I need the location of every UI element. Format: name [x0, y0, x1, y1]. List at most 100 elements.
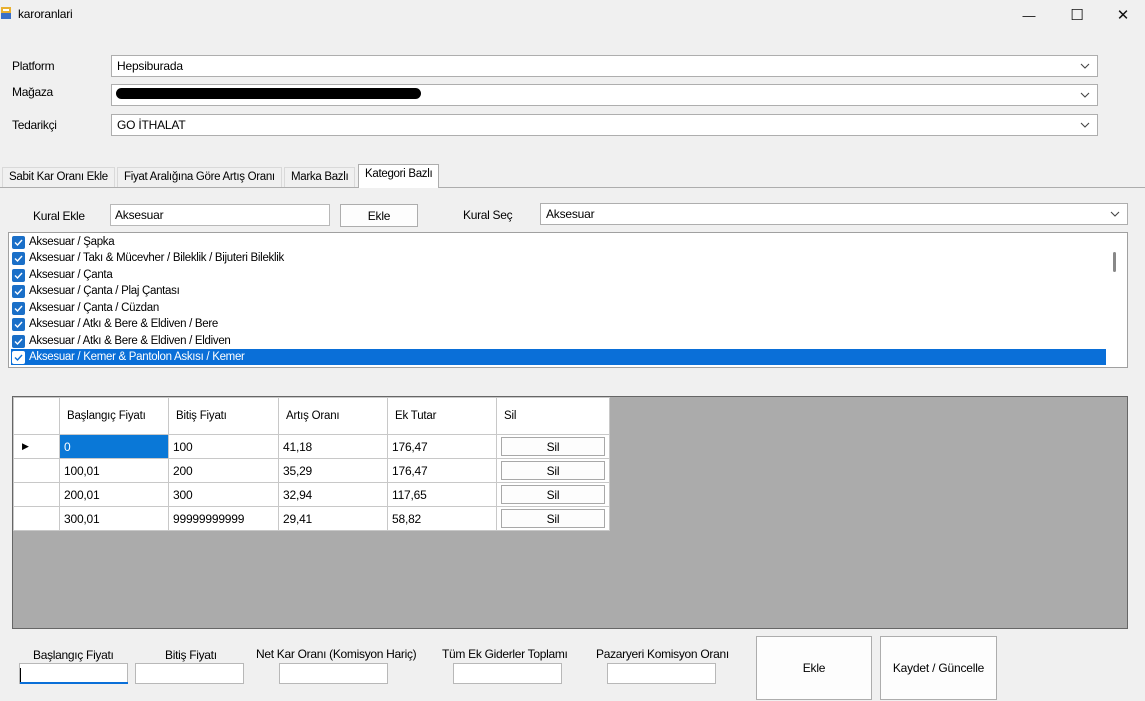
table-row[interactable]: ▶ 0 100 41,18 176,47 Sil [13, 434, 610, 459]
cell-delete: Sil [496, 506, 610, 531]
store-combo[interactable] [111, 84, 1098, 106]
add-range-button[interactable]: Ekle [756, 636, 872, 700]
cell-increase-rate[interactable]: 29,41 [278, 506, 388, 531]
cell-end-price[interactable]: 200 [168, 458, 279, 483]
cell-delete: Sil [496, 482, 610, 507]
app-icon [1, 7, 11, 19]
tab-price-range[interactable]: Fiyat Aralığına Göre Artış Oranı [117, 167, 282, 188]
chevron-down-icon [1080, 92, 1090, 98]
minimize-button[interactable]: — [1006, 0, 1052, 30]
cell-extra-amount[interactable]: 117,65 [387, 482, 497, 507]
cell-delete: Sil [496, 434, 610, 459]
extra-total-input[interactable] [453, 663, 562, 684]
checkbox-checked-icon[interactable] [12, 268, 25, 282]
start-price-input[interactable] [19, 663, 128, 684]
category-label: Aksesuar / Atkı & Bere & Eldiven / Bere [29, 318, 219, 330]
category-item[interactable]: Aksesuar / Atkı & Bere & Eldiven / Eldiv… [12, 333, 1107, 349]
cell-increase-rate[interactable]: 41,18 [278, 434, 388, 459]
column-header-start-price[interactable]: Başlangıç Fiyatı [59, 397, 169, 435]
checkbox-checked-icon[interactable] [12, 301, 25, 315]
supplier-combo[interactable]: GO İTHALAT [111, 114, 1098, 136]
chevron-down-icon [1080, 122, 1090, 128]
rule-select-combo[interactable]: Aksesuar [540, 203, 1128, 225]
cell-end-price[interactable]: 100 [168, 434, 279, 459]
table-row[interactable]: 200,01 300 32,94 117,65 Sil [13, 482, 610, 507]
cell-start-price[interactable]: 300,01 [59, 506, 169, 531]
chevron-down-icon [1110, 211, 1120, 217]
delete-row-button[interactable]: Sil [501, 509, 605, 528]
cell-increase-rate[interactable]: 32,94 [278, 482, 388, 507]
cell-extra-amount[interactable]: 176,47 [387, 458, 497, 483]
category-label: Aksesuar / Çanta / Plaj Çantası [29, 285, 180, 297]
row-header[interactable] [13, 458, 60, 483]
close-button[interactable]: ✕ [1100, 0, 1145, 30]
column-header-delete[interactable]: Sil [496, 397, 610, 435]
tab-brand[interactable]: Marka Bazlı [284, 167, 356, 188]
checkbox-checked-icon[interactable] [12, 317, 25, 331]
tab-category[interactable]: Kategori Bazlı [358, 164, 440, 188]
row-pointer-icon[interactable]: ▶ [13, 434, 60, 459]
window-title: karoranlari [18, 7, 73, 21]
net-profit-input[interactable] [279, 663, 388, 684]
cell-start-price[interactable]: 200,01 [59, 482, 169, 507]
rule-select-label: Kural Seç [463, 208, 513, 222]
column-header-end-price[interactable]: Bitiş Fiyatı [168, 397, 279, 435]
category-label: Aksesuar / Takı & Mücevher / Bileklik / … [29, 252, 284, 264]
platform-combo[interactable]: Hepsiburada [111, 55, 1098, 77]
rule-add-button[interactable]: Ekle [340, 204, 418, 227]
delete-row-button[interactable]: Sil [501, 485, 605, 504]
cell-end-price[interactable]: 300 [168, 482, 279, 507]
supplier-value: GO İTHALAT [117, 118, 186, 132]
rule-add-input[interactable] [110, 204, 330, 226]
category-label: Aksesuar / Çanta / Cüzdan [29, 302, 159, 314]
title-bar: karoranlari — ☐ ✕ [0, 0, 1145, 32]
grid-header-row: Başlangıç Fiyatı Bitiş Fiyatı Artış Oran… [13, 397, 610, 435]
table-row[interactable]: 300,01 99999999999 29,41 58,82 Sil [13, 506, 610, 531]
maximize-button[interactable]: ☐ [1054, 0, 1100, 30]
category-label: Aksesuar / Şapka [29, 236, 115, 248]
platform-value: Hepsiburada [117, 59, 183, 73]
delete-row-button[interactable]: Sil [501, 461, 605, 480]
end-price-input[interactable] [135, 663, 244, 684]
checkbox-checked-icon[interactable] [12, 284, 25, 298]
checkbox-checked-icon[interactable] [12, 350, 25, 364]
cell-end-price[interactable]: 99999999999 [168, 506, 279, 531]
row-header[interactable] [13, 506, 60, 531]
cell-extra-amount[interactable]: 176,47 [387, 434, 497, 459]
checkbox-checked-icon[interactable] [12, 251, 25, 265]
net-profit-label: Net Kar Oranı (Komisyon Hariç) [256, 647, 417, 661]
checkbox-checked-icon[interactable] [12, 235, 25, 249]
cell-delete: Sil [496, 458, 610, 483]
price-range-table: Başlangıç Fiyatı Bitiş Fiyatı Artış Oran… [13, 397, 610, 531]
column-header-increase-rate[interactable]: Artış Oranı [278, 397, 388, 435]
column-header-extra-amount[interactable]: Ek Tutar [387, 397, 497, 435]
category-item[interactable]: Aksesuar / Çanta / Plaj Çantası [12, 283, 1107, 299]
row-header-corner [13, 397, 60, 435]
checkbox-checked-icon[interactable] [12, 334, 25, 348]
category-item[interactable]: Aksesuar / Çanta [12, 267, 1107, 283]
delete-row-button[interactable]: Sil [501, 437, 605, 456]
close-icon: ✕ [1116, 7, 1130, 24]
save-update-button[interactable]: Kaydet / Güncelle [880, 636, 997, 700]
commission-label: Pazaryeri Komisyon Oranı [596, 647, 729, 661]
tab-fixed-profit[interactable]: Sabit Kar Oranı Ekle [2, 167, 115, 188]
category-item[interactable]: Aksesuar / Çanta / Cüzdan [12, 300, 1107, 316]
commission-input[interactable] [607, 663, 716, 684]
category-item[interactable]: Aksesuar / Takı & Mücevher / Bileklik / … [12, 250, 1107, 266]
extra-total-label: Tüm Ek Giderler Toplamı [442, 647, 568, 661]
cell-start-price[interactable]: 0 [59, 434, 169, 459]
cell-increase-rate[interactable]: 35,29 [278, 458, 388, 483]
store-label: Mağaza [12, 85, 53, 99]
category-item-selected[interactable]: Aksesuar / Kemer & Pantolon Askısı / Kem… [11, 349, 1106, 365]
table-row[interactable]: 100,01 200 35,29 176,47 Sil [13, 458, 610, 483]
row-header[interactable] [13, 482, 60, 507]
category-item[interactable]: Aksesuar / Şapka [12, 234, 1107, 250]
text-caret [20, 668, 21, 682]
checklist-scrollbar-thumb[interactable] [1113, 252, 1116, 272]
category-checklist[interactable]: Aksesuar / Şapka Aksesuar / Takı & Mücev… [8, 232, 1128, 368]
price-range-grid[interactable]: Başlangıç Fiyatı Bitiş Fiyatı Artış Oran… [12, 396, 1128, 629]
cell-extra-amount[interactable]: 58,82 [387, 506, 497, 531]
cell-start-price[interactable]: 100,01 [59, 458, 169, 483]
focus-underline [20, 682, 128, 684]
category-item[interactable]: Aksesuar / Atkı & Bere & Eldiven / Bere [12, 316, 1107, 332]
